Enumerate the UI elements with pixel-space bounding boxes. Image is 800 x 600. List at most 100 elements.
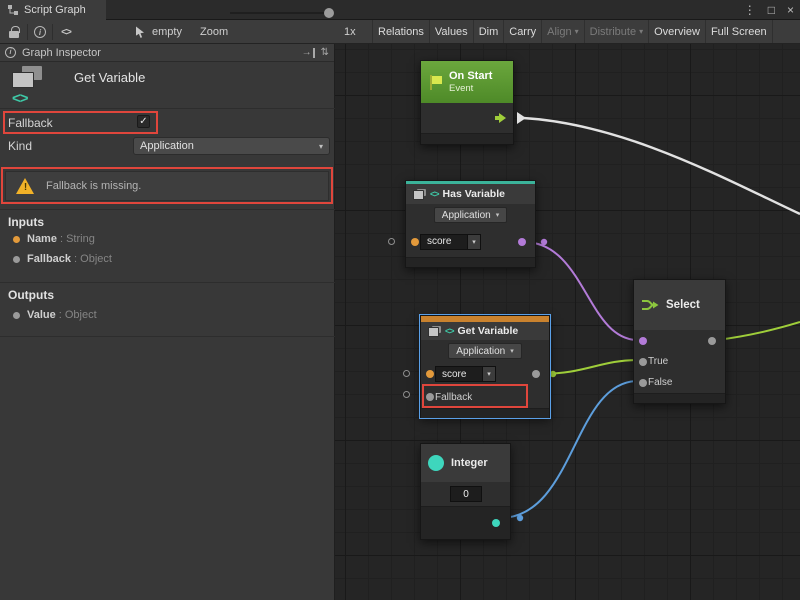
output-row-value: Value: Object bbox=[27, 309, 97, 321]
inspect-button[interactable]: i bbox=[32, 24, 48, 40]
node-footer bbox=[421, 506, 510, 539]
chevron-down-icon: ▾ bbox=[510, 347, 514, 355]
fallback-port-row: Fallback bbox=[421, 386, 549, 408]
is-defined-output-port[interactable] bbox=[518, 238, 526, 246]
wire-dot-purple bbox=[541, 239, 547, 245]
input-stub-circle[interactable] bbox=[403, 370, 410, 377]
condition-input-port[interactable] bbox=[639, 337, 647, 345]
selection-output-port[interactable] bbox=[708, 337, 716, 345]
divider bbox=[0, 336, 335, 337]
divider bbox=[0, 108, 335, 109]
kind-field-label: Kind bbox=[8, 139, 32, 153]
relations-button[interactable]: Relations bbox=[372, 20, 429, 43]
warning-message: ! Fallback is missing. bbox=[5, 171, 329, 201]
values-button[interactable]: Values bbox=[429, 20, 473, 43]
graph-canvas[interactable]: On Start Event <> Has Variable Applicati… bbox=[335, 44, 800, 600]
on-start-header: On Start Event bbox=[421, 61, 513, 103]
name-port-row: score ▾ bbox=[421, 362, 549, 386]
input-stub-circle[interactable] bbox=[388, 238, 395, 245]
window-menu-icon[interactable]: ⋮ bbox=[744, 0, 756, 20]
align-button[interactable]: Align▾ bbox=[541, 20, 583, 43]
condition-port-row bbox=[634, 330, 725, 351]
input-stub-circle[interactable] bbox=[403, 391, 410, 398]
node-footer bbox=[421, 408, 549, 418]
chevron-down-icon: ▾ bbox=[468, 234, 481, 250]
dim-button[interactable]: Dim bbox=[473, 20, 504, 43]
port-dot-name bbox=[13, 236, 20, 243]
chevron-down-icon: ▾ bbox=[639, 27, 643, 36]
tab-script-graph[interactable]: Script Graph bbox=[0, 0, 106, 20]
variable-name-combo[interactable]: score ▾ bbox=[435, 366, 496, 382]
dock-inspector-icon[interactable]: → bbox=[302, 48, 315, 58]
value-output-port[interactable] bbox=[532, 370, 540, 378]
check-icon: ✓ bbox=[139, 116, 147, 127]
scroll-arrows-icon[interactable]: ⇅ bbox=[321, 47, 329, 58]
lock-button[interactable] bbox=[6, 24, 22, 40]
maximize-icon[interactable]: □ bbox=[768, 0, 775, 20]
flow-connector-triangle[interactable] bbox=[517, 112, 526, 124]
on-start-body bbox=[421, 103, 513, 133]
selection-label: empty bbox=[152, 26, 182, 38]
name-input-port[interactable] bbox=[426, 370, 434, 378]
wire-get-variable-to-select-true[interactable] bbox=[539, 360, 639, 374]
node-has-variable[interactable]: <> Has Variable Application ▾ score ▾ bbox=[405, 180, 536, 268]
integer-value-input[interactable]: 0 bbox=[450, 486, 482, 502]
node-footer bbox=[406, 257, 535, 267]
window-controls: ⋮ □ × bbox=[744, 0, 794, 20]
variable-kind-dropdown[interactable]: Application ▾ bbox=[448, 343, 521, 359]
value-row: 0 bbox=[421, 482, 510, 506]
fallback-checkbox[interactable]: ✓ bbox=[137, 115, 150, 128]
node-get-variable[interactable]: <> Get Variable Application ▾ score ▾ F bbox=[420, 315, 550, 418]
distribute-button[interactable]: Distribute▾ bbox=[584, 20, 648, 43]
tab-title: Script Graph bbox=[24, 4, 86, 16]
node-integer[interactable]: Integer 0 bbox=[420, 443, 511, 540]
kind-dropdown[interactable]: Application ▾ bbox=[133, 137, 330, 155]
graph-inspector-header: i Graph Inspector → ⇅ bbox=[0, 44, 334, 62]
code-view-button[interactable]: <> bbox=[57, 24, 75, 40]
graph-toolbar: i <> empty Zoom 1x Relations Values Dim … bbox=[0, 20, 800, 44]
variables-icon bbox=[413, 189, 426, 200]
lock-icon bbox=[9, 31, 19, 38]
node-on-start[interactable]: On Start Event bbox=[420, 60, 514, 145]
wire-layer bbox=[335, 44, 800, 600]
name-input-port[interactable] bbox=[411, 238, 419, 246]
true-input-port[interactable] bbox=[639, 358, 647, 366]
input-row-name: Name: String bbox=[27, 233, 95, 245]
full-screen-button[interactable]: Full Screen bbox=[705, 20, 773, 43]
code-icon: <> bbox=[61, 27, 71, 38]
toolbar-buttons: Relations Values Dim Carry Align▾ Distri… bbox=[372, 20, 773, 43]
zoom-value: 1x bbox=[344, 26, 356, 38]
integer-header: Integer bbox=[421, 444, 510, 482]
toolbar-divider bbox=[52, 24, 53, 40]
kind-row: Application ▾ bbox=[421, 340, 549, 362]
fallback-field-label: Fallback bbox=[8, 116, 53, 130]
node-footer bbox=[421, 133, 513, 144]
zoom-label: Zoom bbox=[200, 26, 228, 38]
integer-output-port[interactable] bbox=[492, 519, 500, 527]
zoom-slider-handle[interactable] bbox=[324, 8, 334, 18]
warning-text: Fallback is missing. bbox=[46, 180, 141, 192]
warning-icon: ! bbox=[16, 178, 35, 195]
chevron-down-icon: ▾ bbox=[575, 27, 579, 36]
close-icon[interactable]: × bbox=[787, 0, 794, 20]
wire-dot-blue bbox=[517, 515, 523, 521]
get-variable-header: <> Get Variable bbox=[421, 322, 549, 340]
wire-on-start-flow[interactable] bbox=[523, 118, 800, 214]
carry-button[interactable]: Carry bbox=[503, 20, 541, 43]
wire-select-output[interactable] bbox=[717, 322, 800, 340]
true-port-row: True bbox=[634, 351, 725, 372]
flow-output-port[interactable] bbox=[499, 113, 506, 123]
overview-button[interactable]: Overview bbox=[648, 20, 705, 43]
select-header: Select bbox=[634, 280, 725, 330]
node-select[interactable]: Select True False bbox=[633, 279, 726, 404]
port-dot-value bbox=[13, 312, 20, 319]
false-input-port[interactable] bbox=[639, 379, 647, 387]
code-icon: <> bbox=[430, 189, 439, 199]
integer-icon bbox=[428, 455, 444, 471]
variable-kind-dropdown[interactable]: Application ▾ bbox=[434, 207, 507, 223]
zoom-slider[interactable] bbox=[230, 12, 334, 14]
port-dot-fallback bbox=[13, 256, 20, 263]
variable-name-combo[interactable]: score ▾ bbox=[420, 234, 481, 250]
divider bbox=[0, 282, 335, 283]
fallback-input-port[interactable] bbox=[426, 393, 434, 401]
